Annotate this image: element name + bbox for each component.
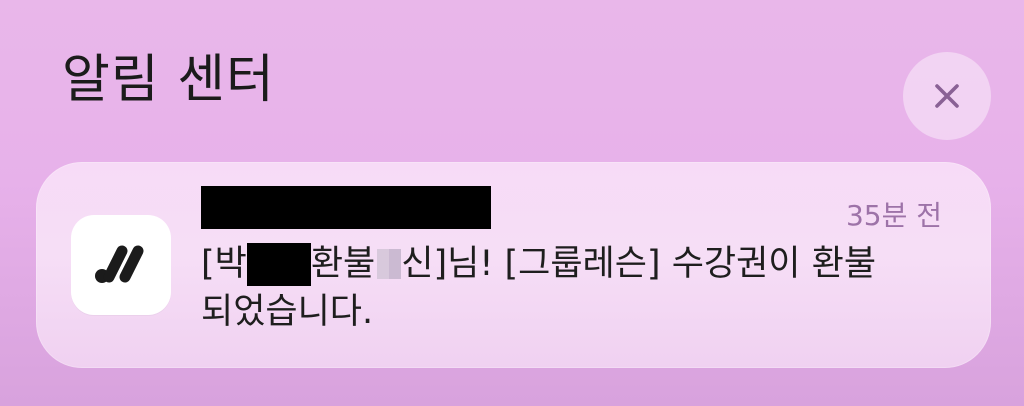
app-icon [71, 215, 171, 315]
sender-redaction [201, 186, 491, 229]
notification-message: [박 환불 신]님! [그룹레슨] 수강권이 환불 되었습니다. [201, 240, 931, 336]
message-text-part3: 신]님! [그룹레슨] 수강권이 환불 [401, 244, 877, 284]
message-line-1: [박 환불 신]님! [그룹레슨] 수강권이 환불 [201, 240, 931, 288]
message-text-part1: [박 [201, 244, 247, 284]
close-icon [935, 84, 959, 108]
timestamp: 35분 전 [845, 199, 942, 232]
message-line-2: 되었습니다. [201, 288, 931, 336]
blurred-text [377, 249, 402, 279]
message-text-part2: 환불 [310, 244, 376, 284]
message-text-part4: 되었습니다. [201, 292, 374, 332]
close-button[interactable] [903, 52, 991, 140]
app-logo-icon [95, 245, 144, 283]
page-title: 알림 센터 [62, 50, 275, 110]
name-redaction [246, 242, 311, 286]
